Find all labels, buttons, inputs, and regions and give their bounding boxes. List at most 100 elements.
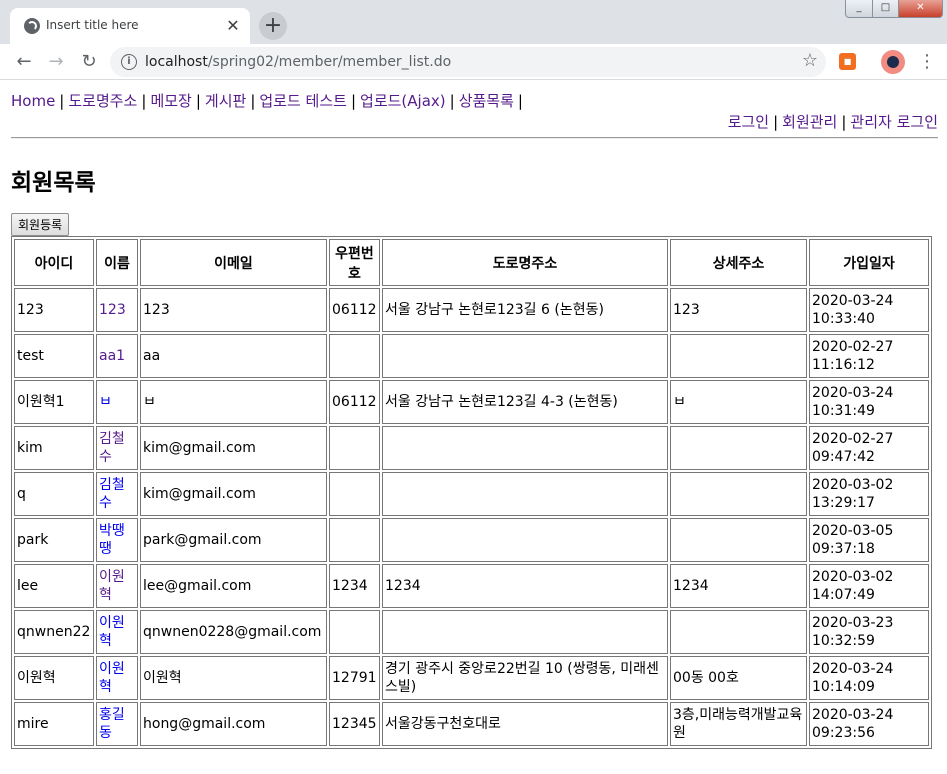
cell-road-address [382,518,668,562]
cell-id: 이원혁1 [14,380,94,424]
cell-id: mire [14,702,94,746]
cell-id: 123 [14,288,94,332]
table-header-row: 아이디 이름 이메일 우편번호 도로명주소 상세주소 가입일자 [14,239,929,286]
cell-join-date: 2020-03-24 10:33:40 [809,288,929,332]
nav-link-board[interactable]: 게시판 [205,92,246,110]
cell-zipcode: 06112 [329,288,380,332]
cell-road-address: 서울강동구천호대로 [382,702,668,746]
cell-id: lee [14,564,94,608]
member-name-link[interactable]: 홍길동 [99,707,125,741]
column-header-detail-address: 상세주소 [670,239,807,286]
cell-detail-address [670,518,807,562]
cell-detail-address [670,334,807,378]
cell-road-address [382,334,668,378]
cell-name: ㅂ [96,380,138,424]
cell-road-address [382,472,668,516]
member-name-link[interactable]: 김철수 [99,431,125,465]
browser-toolbar: ← → ↻ i localhost/spring02/member/member… [0,44,947,80]
address-bar[interactable]: i localhost/spring02/member/member_list.… [110,47,826,77]
table-row: 123 123 123 06112 서울 강남구 논현로123길 6 (논현동) 123 2… [14,288,929,332]
forward-arrow-icon[interactable]: → [44,50,68,74]
cell-detail-address [670,472,807,516]
cell-email: park@gmail.com [140,518,327,562]
table-row: qnwnen22 이원혁 qnwnen0228@gmail.com 2020-03-2… [14,610,929,654]
window-close-button[interactable]: ✕ [898,0,943,18]
reload-icon[interactable]: ↻ [77,50,101,74]
cell-id: test [14,334,94,378]
window-minimize-button[interactable]: _ [845,0,873,18]
extension-icon[interactable]: ■ [839,53,856,70]
cell-name: aa1 [96,334,138,378]
cell-detail-address [670,610,807,654]
window-maximize-button[interactable]: □ [872,0,899,18]
table-row: 이원혁1 ㅂㅂ 06112 서울 강남구 논현로123길 4-3 (논현동) ㅂ 2020… [14,380,929,424]
member-name-link[interactable]: ㅂ [99,394,112,410]
column-header-join-date: 가입일자 [809,239,929,286]
member-name-link[interactable]: aa1 [99,348,125,364]
url-text[interactable]: localhost/spring02/member/member_list.do [145,54,451,70]
cell-detail-address: 123 [670,288,807,332]
profile-avatar-icon[interactable] [881,50,905,74]
cell-join-date: 2020-03-05 09:37:18 [809,518,929,562]
cell-join-date: 2020-03-24 09:23:56 [809,702,929,746]
top-navigation: Home | 도로명주소 | 메모장 | 게시판 | 업로드 테스트 | 업로드(Ajax) | 상품목… [11,92,523,110]
nav-link-home[interactable]: Home [11,92,55,110]
nav-link-products[interactable]: 상품목록 [459,92,514,110]
nav-link-memo[interactable]: 메모장 [150,92,191,110]
globe-icon [24,18,40,34]
member-name-link[interactable]: 이원혁 [99,569,125,603]
nav-link-road-address[interactable]: 도로명주소 [68,92,137,110]
cell-id: park [14,518,94,562]
close-tab-icon[interactable]: ✕ [224,17,242,35]
cell-name: 이원혁 [96,656,138,700]
cell-zipcode: 12791 [329,656,380,700]
nav-link-upload-ajax[interactable]: 업로드(Ajax) [360,92,446,110]
new-tab-button[interactable]: + [259,12,287,40]
nav-link-upload-test[interactable]: 업로드 테스트 [259,92,347,110]
cell-email: kim@gmail.com [140,472,327,516]
table-row: test aa1 aa 2020-02-27 11:16:12 [14,334,929,378]
page-content: Home | 도로명주소 | 메모장 | 게시판 | 업로드 테스트 | 업로드(Ajax) | 상품목… [0,81,947,774]
cell-id: 이원혁 [14,656,94,700]
cell-name: 홍길동 [96,702,138,746]
kebab-menu-icon[interactable]: ⋮ [918,50,936,74]
cell-email: 123 [140,288,327,332]
member-name-link[interactable]: 이원혁 [99,661,125,695]
column-header-name: 이름 [96,239,138,286]
page-title: 회원목록 [11,170,96,196]
member-management-link[interactable]: 회원관리 [782,113,837,131]
member-name-link[interactable]: 박땡땡 [99,523,125,557]
register-member-button[interactable]: 회원등록 [11,213,70,236]
cell-email: qnwnen0228@gmail.com [140,610,327,654]
tab-title: Insert title here [46,18,139,32]
table-row: q 김철수 kim@gmail.com 2020-03-02 13:29:17 [14,472,929,516]
cell-name: 박땡땡 [96,518,138,562]
cell-detail-address [670,426,807,470]
bookmark-star-icon[interactable]: ☆ [802,50,818,71]
table-row: mire 홍길동 hong@gmail.com 12345 서울강동구천호대로 3층,미래… [14,702,929,746]
cell-email: ㅂ [140,380,327,424]
member-name-link[interactable]: 이원혁 [99,615,125,649]
login-link[interactable]: 로그인 [728,113,769,131]
cell-road-address: 1234 [382,564,668,608]
admin-login-link[interactable]: 관리자 로그인 [850,113,938,131]
cell-id: kim [14,426,94,470]
browser-tab-strip: Insert title here ✕ + _ □ ✕ [0,0,947,44]
cell-join-date: 2020-03-02 14:07:49 [809,564,929,608]
column-header-email: 이메일 [140,239,327,286]
cell-road-address: 서울 강남구 논현로123길 4-3 (논현동) [382,380,668,424]
browser-tab[interactable]: Insert title here ✕ [10,8,250,44]
info-icon[interactable]: i [121,54,137,70]
cell-zipcode [329,426,380,470]
cell-road-address [382,426,668,470]
back-arrow-icon[interactable]: ← [12,50,36,74]
member-name-link[interactable]: 123 [99,302,126,318]
cell-zipcode [329,518,380,562]
member-table: 아이디 이름 이메일 우편번호 도로명주소 상세주소 가입일자 123 123 12… [11,236,932,749]
cell-email: aa [140,334,327,378]
cell-join-date: 2020-02-27 11:16:12 [809,334,929,378]
cell-road-address: 서울 강남구 논현로123길 6 (논현동) [382,288,668,332]
table-row: 이원혁 이원혁 이원혁 12791 경기 광주시 중앙로22번길 10 (쌍령동, 미래… [14,656,929,700]
member-name-link[interactable]: 김철수 [99,477,125,511]
cell-id: q [14,472,94,516]
